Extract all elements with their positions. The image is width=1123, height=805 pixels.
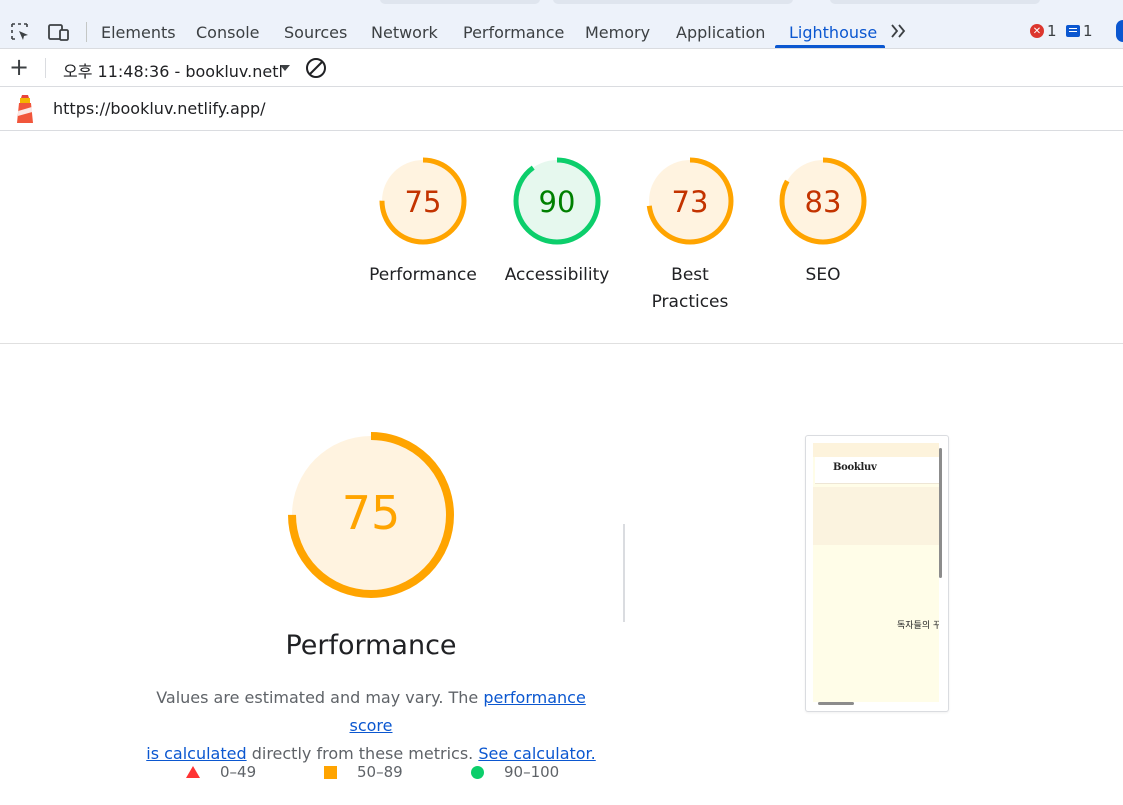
see-calculator-link[interactable]: See calculator. [478, 744, 595, 763]
score-value: 75 [404, 185, 442, 219]
error-count: 1 [1047, 22, 1057, 40]
report-selector[interactable]: 오후 11:48:36 - bookluv.netl [63, 58, 283, 82]
tab-performance[interactable]: Performance [463, 22, 564, 48]
performance-big-gauge: 75 [286, 430, 456, 600]
legend-fail: 0–49 [186, 763, 256, 781]
chevron-down-icon[interactable] [280, 65, 290, 71]
report-url-bar: https://bookluv.netlify.app/ [0, 87, 1123, 131]
lighthouse-logo-icon [17, 95, 33, 123]
inspect-element-icon[interactable] [8, 20, 34, 46]
score-legend: 0–49 50–89 90–100 [0, 763, 1123, 785]
thumbnail-scrollbar [939, 448, 942, 578]
browser-tab-shape [830, 0, 1040, 4]
tab-sources[interactable]: Sources [284, 22, 347, 48]
score-value: 90 [538, 185, 576, 219]
more-tabs-icon[interactable] [889, 22, 907, 45]
score-value: 73 [671, 185, 709, 219]
tab-memory[interactable]: Memory [585, 22, 650, 48]
screenshot-tagline: 독자들의 꾸 [897, 621, 939, 631]
page-screenshot-thumbnail[interactable]: Bookluv 독자들의 꾸 [805, 435, 949, 712]
tab-elements[interactable]: Elements [101, 22, 176, 48]
square-icon [324, 765, 337, 779]
screenshot-page: Bookluv 독자들의 꾸 [813, 443, 939, 702]
performance-score-link-continued[interactable]: is calculated [146, 744, 246, 763]
triangle-icon [186, 766, 200, 778]
circle-icon [471, 765, 484, 779]
browser-tab-shape [380, 0, 540, 4]
legend-average: 50–89 [324, 763, 403, 781]
performance-description: Values are estimated and may vary. The p… [146, 688, 596, 763]
toolbar-divider [45, 58, 46, 78]
gauge-label: SEO [805, 265, 841, 285]
thumbnail-scrollbar [818, 702, 854, 705]
tab-application[interactable]: Application [676, 22, 765, 48]
message-counter[interactable]: 1 [1066, 22, 1093, 40]
column-divider [623, 524, 625, 622]
gauge-label: Accessibility [504, 265, 610, 285]
section-divider [0, 343, 1123, 344]
active-tab-indicator [775, 45, 885, 48]
gauge-label: Best Practices [651, 265, 729, 312]
device-toolbar-icon[interactable] [46, 20, 72, 46]
browser-tab-shape [553, 0, 793, 4]
performance-score-value: 75 [341, 486, 401, 540]
legend-pass: 90–100 [471, 763, 559, 781]
message-icon [1066, 25, 1080, 37]
tab-console[interactable]: Console [196, 22, 260, 48]
audited-url: https://bookluv.netlify.app/ [53, 99, 266, 118]
gauge-seo[interactable]: 83 SEO [748, 156, 898, 289]
new-report-icon[interactable]: + [9, 55, 29, 79]
score-value: 83 [804, 185, 842, 219]
toolbar-divider [86, 22, 87, 42]
gauge-accessibility[interactable]: 90 Accessibility [482, 156, 632, 289]
performance-title: Performance [285, 630, 457, 661]
devtools-tab-bar: Elements Console Sources Network Perform… [0, 0, 1123, 49]
gauge-performance[interactable]: 75 Performance [348, 156, 498, 289]
settings-chip[interactable] [1116, 20, 1123, 42]
error-icon: ✕ [1030, 24, 1044, 38]
gauge-best-practices[interactable]: 73 Best Practices [615, 156, 765, 316]
report-toolbar: + 오후 11:48:36 - bookluv.netl [0, 49, 1123, 87]
screenshot-hero [813, 487, 939, 545]
tab-network[interactable]: Network [371, 22, 438, 48]
message-count: 1 [1083, 22, 1093, 40]
gauge-label: Performance [369, 265, 477, 285]
error-counter[interactable]: ✕ 1 [1030, 22, 1057, 40]
clear-reports-icon[interactable] [305, 57, 327, 79]
screenshot-brand: Bookluv [833, 462, 877, 473]
